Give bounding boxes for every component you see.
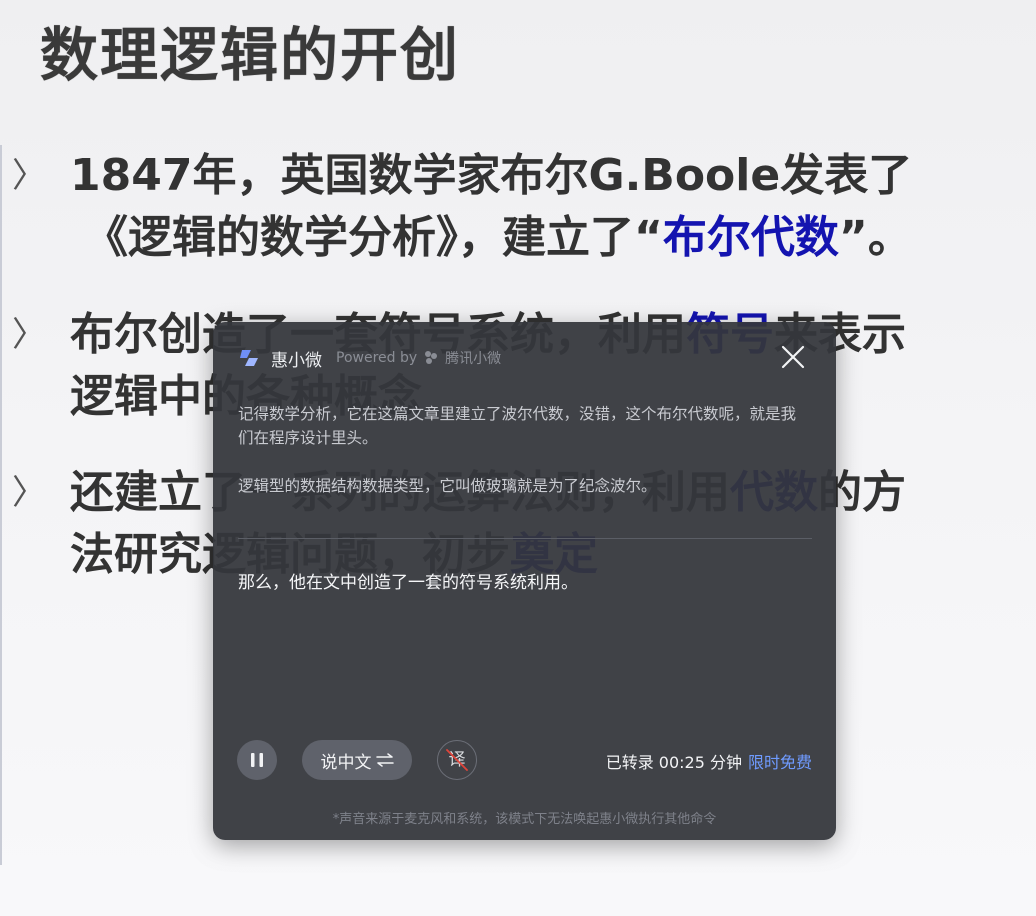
bullet-chevron-icon: 〉 (12, 315, 46, 355)
transcript-line: 逻辑型的数据结构数据类型，它叫做玻璃就是为了纪念波尔。 (238, 477, 657, 495)
translate-toggle-button[interactable]: 译 (437, 740, 477, 780)
transcript-divider (238, 538, 812, 539)
bullet-chevron-icon: 〉 (12, 156, 46, 196)
app-name: 惠小微 (271, 350, 322, 371)
panel-header: 惠小微 Powered by 腾讯小微 (239, 346, 502, 371)
bullet-1-line-1: 1847年，英国数学家布尔G.Boole发表了 (70, 150, 913, 201)
footnote: *声音来源于麦克风和系统，该模式下无法唤起惠小微执行其他命令 (332, 812, 717, 827)
slide-left-rule (0, 145, 2, 865)
bullet-1-highlight: 布尔代数 (662, 212, 839, 263)
current-transcript-line: 那么，他在文中创造了一套的符号系统利用。 (238, 573, 578, 593)
free-trial-link[interactable]: 限时免费 (748, 753, 812, 772)
bullet-chevron-icon: 〉 (12, 473, 46, 513)
language-toggle-button[interactable]: 说中文 (302, 740, 412, 780)
bullet-1-line-2: 《逻辑的数学分析》，建立了“布尔代数”。 (84, 212, 912, 263)
language-label: 说中文 (320, 752, 372, 773)
translate-icon: 译 (446, 749, 468, 771)
close-icon (781, 345, 805, 369)
slide-title: 数理逻辑的开创 (40, 21, 461, 89)
transcript-history: 记得数学分析，它在这篇文章里建立了波尔代数，没错，这个布尔代数呢，就是我们在程序… (238, 402, 798, 522)
transcribed-duration: 已转录 00:25 分钟 (605, 753, 742, 772)
swap-icon (375, 753, 394, 767)
disabled-slash-icon (446, 749, 468, 771)
huixiaowei-logo-icon (239, 348, 261, 368)
bullet-1: 〉 1847年，英国数学家布尔G.Boole发表了 《逻辑的数学分析》，建立了“… (12, 145, 1010, 269)
powered-by-label: Powered by (336, 350, 418, 366)
transcript-line: 记得数学分析，它在这篇文章里建立了波尔代数，没错，这个布尔代数呢，就是我们在程序… (238, 405, 797, 447)
pause-icon (251, 753, 263, 767)
transcription-status: 已转录 00:25 分钟 限时免费 (606, 749, 812, 773)
close-button[interactable] (780, 344, 806, 370)
pause-button[interactable] (237, 740, 277, 780)
controls-bar: 说中文 译 已转录 00:25 分钟限时免费 (237, 740, 812, 780)
transcription-panel: 惠小微 Powered by 腾讯小微 记得数学分析，它在这篇文章里建立了波尔代… (213, 322, 836, 840)
tencent-xiaowei-icon (423, 350, 439, 366)
provider-name: 腾讯小微 (445, 351, 502, 367)
